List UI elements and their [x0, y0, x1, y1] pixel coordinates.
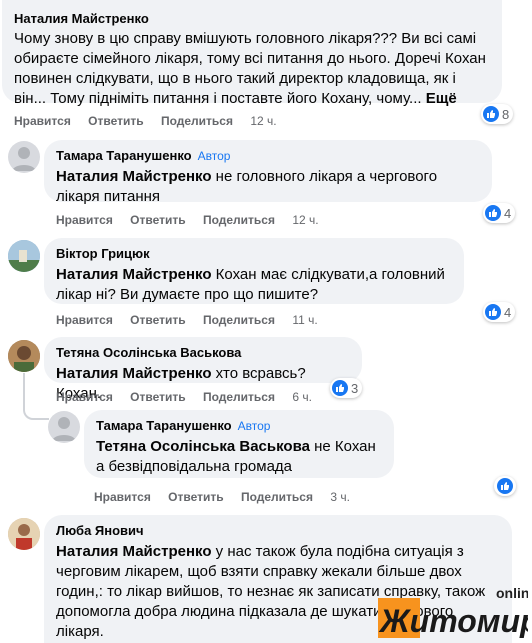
reply-button[interactable]: Ответить: [88, 114, 143, 128]
see-more-link[interactable]: Ещё: [426, 90, 457, 107]
comment-timestamp[interactable]: 6 ч.: [292, 390, 312, 404]
mention-link[interactable]: Наталия Майстренко: [56, 168, 212, 185]
comment-actions: Нравится Ответить Поделиться 12 ч.: [14, 114, 291, 128]
like-reaction-icon: [332, 380, 348, 396]
like-reaction-icon: [485, 304, 501, 320]
reaction-number: 3: [351, 380, 359, 396]
avatar[interactable]: [8, 340, 40, 372]
comment-bubble: Віктор Грицюк Наталия Майстренко Кохан м…: [44, 238, 464, 304]
share-button[interactable]: Поделиться: [161, 114, 233, 128]
zhytomyr-online-logo: online Житомир: [378, 584, 532, 639]
mention-link[interactable]: Наталия Майстренко: [56, 543, 212, 560]
svg-text:Житомир: Житомир: [378, 603, 528, 638]
reaction-count[interactable]: 3: [330, 378, 363, 398]
like-button[interactable]: Нравится: [56, 390, 113, 404]
avatar[interactable]: [8, 518, 40, 550]
comment-author[interactable]: Віктор Грицюк: [56, 246, 452, 262]
reply-bubble: Тамара Таранушенко Автор Тетяна Осолінськ…: [84, 410, 394, 478]
comment-bubble: Тамара Таранушенко Автор Наталия Майстрен…: [44, 140, 492, 205]
comment-author-line: Тамара Таранушенко Автор: [56, 148, 480, 164]
default-avatar-icon: [52, 417, 76, 441]
avatar[interactable]: [8, 240, 40, 272]
like-reaction-icon: [497, 478, 513, 494]
comment-author[interactable]: Наталия Майстренко: [14, 11, 490, 27]
default-avatar-icon: [12, 147, 36, 171]
reaction-icon-badge[interactable]: [494, 476, 516, 496]
comment-text: Тетяна Осолінська Васькова не Кохан а бе…: [96, 437, 382, 477]
comment-actions: Нравится Ответить Поделиться 6 ч.: [56, 390, 326, 404]
comment-bubble: Наталия Майстренко Чому знову в цю справ…: [2, 0, 502, 107]
comment-timestamp[interactable]: 12 ч.: [250, 114, 276, 128]
reply-button[interactable]: Ответить: [130, 390, 185, 404]
share-button[interactable]: Поделиться: [203, 313, 275, 327]
reply-button[interactable]: Ответить: [168, 490, 223, 504]
reply-button[interactable]: Ответить: [130, 313, 185, 327]
author-badge: Автор: [197, 149, 231, 163]
landscape-photo-icon: [8, 240, 40, 272]
like-button[interactable]: Нравится: [56, 313, 113, 327]
like-button[interactable]: Нравится: [14, 114, 71, 128]
comment-text: Наталия Майстренко не головного лікаря а…: [56, 167, 480, 207]
like-reaction-icon: [483, 106, 499, 122]
author-badge: Автор: [237, 419, 271, 433]
comment-author[interactable]: Тетяна Осолінська Васькова: [56, 345, 350, 361]
mention-link[interactable]: Наталия Майстренко: [56, 266, 212, 283]
thread-connector: [23, 398, 49, 420]
reaction-number: 4: [504, 205, 512, 221]
reaction-number: 8: [502, 106, 510, 122]
like-button[interactable]: Нравится: [94, 490, 151, 504]
comment-timestamp[interactable]: 3 ч.: [330, 490, 350, 504]
share-button[interactable]: Поделиться: [203, 213, 275, 227]
reaction-count[interactable]: 4: [483, 203, 516, 223]
reply-button[interactable]: Ответить: [130, 213, 185, 227]
comment-author[interactable]: Тамара Таранушенко: [56, 148, 192, 163]
reaction-count[interactable]: 4: [483, 302, 516, 322]
comment-actions: Нравится Ответить Поделиться 12 ч.: [56, 213, 333, 227]
reaction-number: 4: [504, 304, 512, 320]
comment-author[interactable]: Люба Янович: [56, 523, 500, 539]
comment-body: Чому знову в цю справу вмішують головног…: [14, 30, 486, 107]
svg-text:online: online: [496, 585, 528, 601]
comment-text: Чому знову в цю справу вмішують головног…: [14, 29, 490, 109]
share-button[interactable]: Поделиться: [241, 490, 313, 504]
comment-timestamp[interactable]: 12 ч.: [292, 213, 318, 227]
comment-text: Наталия Майстренко Кохан має слідкувати,…: [56, 265, 452, 305]
mention-link[interactable]: Тетяна Осолінська Васькова: [96, 438, 310, 455]
comment-author-line: Тамара Таранушенко Автор: [96, 418, 382, 434]
share-button[interactable]: Поделиться: [203, 390, 275, 404]
comment-bubble: Тетяна Осолінська Васькова Наталия Майст…: [44, 337, 362, 402]
reaction-count[interactable]: 8: [481, 104, 514, 124]
mention-link[interactable]: Наталия Майстренко: [56, 365, 212, 382]
avatar[interactable]: [48, 411, 80, 443]
like-button[interactable]: Нравится: [56, 213, 113, 227]
avatar[interactable]: [8, 141, 40, 173]
like-reaction-icon: [485, 205, 501, 221]
comment-author[interactable]: Тамара Таранушенко: [96, 418, 232, 433]
profile-photo-icon: [8, 340, 40, 372]
comment-actions: Нравится Ответить Поделиться 3 ч.: [94, 490, 364, 504]
profile-photo-icon: [8, 518, 40, 550]
comment-actions: Нравится Ответить Поделиться 11 ч.: [56, 313, 332, 327]
comment-timestamp[interactable]: 11 ч.: [292, 313, 317, 327]
